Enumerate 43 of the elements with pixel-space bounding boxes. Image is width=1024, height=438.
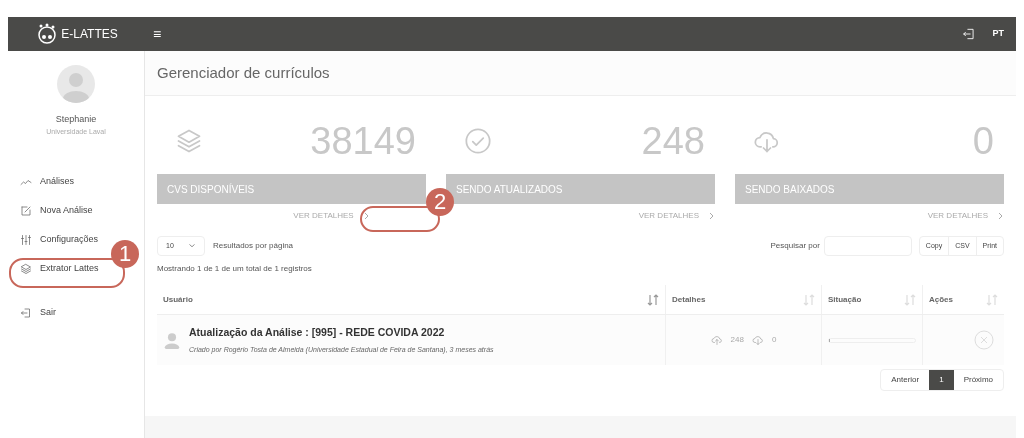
sidebar-item[interactable]: Nova Análise: [20, 196, 93, 225]
user-name: Stephanie: [55, 113, 97, 126]
stat-label-bar: SENDO BAIXADOS: [735, 174, 1004, 204]
cloud-download-icon: [751, 334, 764, 346]
pagination-button[interactable]: 1: [929, 370, 954, 390]
check-circle-icon: [464, 127, 492, 155]
sidebar-item[interactable]: Sair: [20, 298, 56, 327]
sliders-icon: [20, 233, 32, 246]
sidebar-item[interactable]: Extrator Lattes: [20, 254, 99, 283]
downloaded-count: 0: [771, 334, 777, 346]
language-button[interactable]: PT: [992, 27, 1004, 41]
chevron-down-icon: [188, 242, 196, 250]
exit-icon: [962, 27, 977, 41]
chevron-right-icon: [996, 212, 1004, 220]
layers-icon: [175, 127, 203, 155]
user-avatar-icon: [163, 331, 181, 349]
avatar: [57, 65, 95, 103]
pagination-button[interactable]: Próximo: [953, 370, 1003, 390]
sidebar-item[interactable]: Configurações: [20, 225, 99, 254]
sidebar-item[interactable]: Análises: [20, 167, 75, 196]
edit-icon: [20, 204, 32, 217]
stat-label-bar: SENDO ATUALIZADOS: [446, 174, 715, 204]
close-icon[interactable]: [974, 330, 994, 350]
uploaded-count: 248: [730, 334, 744, 346]
column-header: Detalhes: [672, 293, 706, 306]
page-size-label: Resultados por página: [213, 240, 294, 252]
chevron-right-icon: [707, 212, 715, 220]
column-header: Ações: [929, 293, 953, 306]
logo-text: E-LATTES: [61, 26, 118, 43]
page-title: Gerenciador de currículos: [157, 62, 330, 83]
layers-icon: [20, 262, 32, 275]
records-summary: Mostrando 1 de 1 de um total de 1 registros: [157, 263, 313, 275]
menu-button[interactable]: ≡: [153, 27, 162, 41]
exit-icon: [20, 306, 32, 319]
column-header: Situação: [828, 293, 862, 306]
pagination-button[interactable]: Anterior: [881, 370, 930, 390]
search-label: Pesquisar por: [770, 240, 820, 252]
callout-number: 1: [111, 240, 139, 268]
stat-label-bar: CVS DISPONÍVEIS: [157, 174, 426, 204]
cloud-upload-icon: [710, 334, 723, 346]
column-header: Usuário: [163, 293, 193, 306]
row-title: Atualização da Análise : [995] - REDE COVIDA 2022: [189, 324, 446, 340]
sort-icon[interactable]: [647, 293, 659, 306]
